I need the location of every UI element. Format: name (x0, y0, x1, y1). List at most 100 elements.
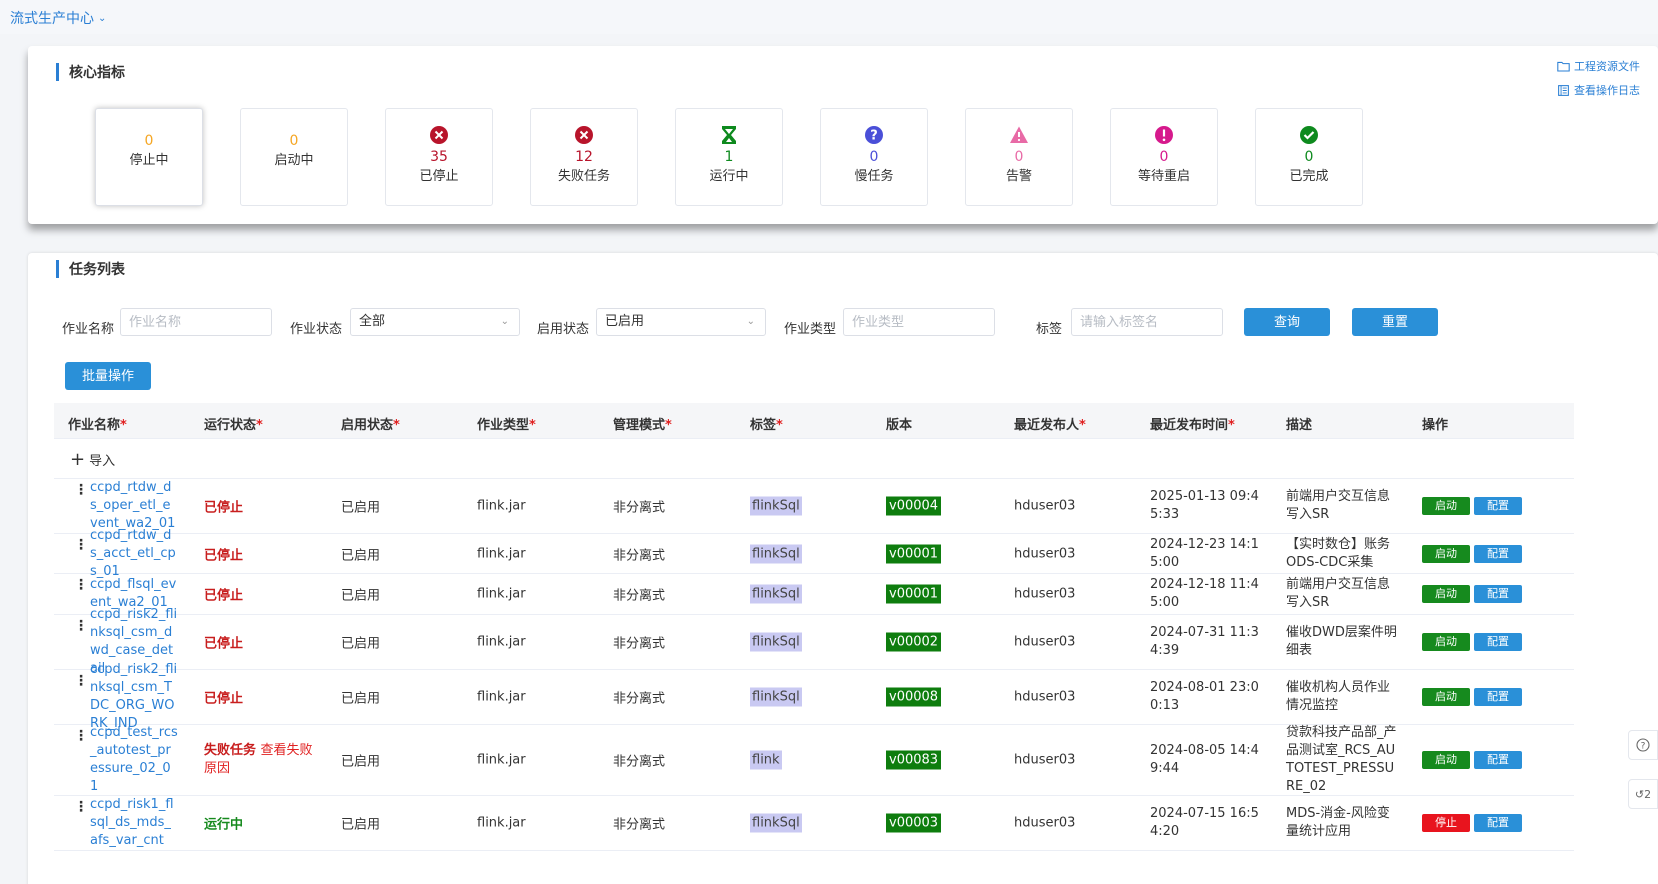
run-status: 已停止 (204, 636, 244, 652)
metric-slow[interactable]: ? 0 慢任务 (820, 108, 928, 206)
metric-label: 启动中 (274, 153, 314, 168)
config-button[interactable]: 配置 (1474, 688, 1522, 706)
more-menu-icon[interactable]: ⋮ (74, 619, 88, 633)
metric-completed[interactable]: 0 已完成 (1255, 108, 1363, 206)
run-status: 已停止 (204, 691, 244, 707)
publish-time: 2024-07-15 16:54:20 (1150, 806, 1259, 839)
col-job-name[interactable]: 作业名称* (68, 414, 127, 433)
start-button[interactable]: 启动 (1422, 544, 1470, 563)
start-button[interactable]: 启动 (1422, 688, 1470, 706)
chevron-down-icon: ⌄ (500, 316, 509, 327)
config-button[interactable]: 配置 (1474, 633, 1522, 651)
publish-time: 2024-08-01 23:00:13 (1150, 680, 1259, 713)
question-icon: ? (1636, 738, 1650, 752)
app-switcher[interactable]: 流式生产中心 ⌄ (10, 8, 106, 28)
metric-starting[interactable]: 0 启动中 (240, 108, 348, 206)
operation-log-link[interactable]: 查看操作日志 (1557, 82, 1640, 98)
run-status-select[interactable]: 全部 ⌄ (350, 308, 520, 336)
publish-time: 2025-01-13 09:45:33 (1150, 489, 1259, 522)
tag-badge: flinkSql (750, 813, 802, 833)
more-menu-icon[interactable]: ⋮ (74, 674, 88, 688)
warning-triangle-icon (1010, 126, 1028, 143)
exclamation-circle-icon (1155, 126, 1173, 144)
start-button[interactable]: 启动 (1422, 633, 1470, 651)
more-menu-icon[interactable]: ⋮ (74, 538, 88, 552)
enable-status-label: 启用状态 (537, 322, 590, 337)
resource-files-link[interactable]: 工程资源文件 (1557, 58, 1640, 74)
metric-failed[interactable]: 12 失败任务 (530, 108, 638, 206)
run-status-label: 作业状态 (290, 322, 343, 337)
help-button[interactable]: ? (1628, 730, 1658, 760)
side-links: 工程资源文件 查看操作日志 (1557, 58, 1640, 106)
enable-status-select[interactable]: 已启用 ⌄ (596, 308, 766, 336)
more-menu-icon[interactable]: ⋮ (74, 578, 88, 592)
task-list-card: 任务列表 作业名称 作业状态 全部 ⌄ 启用状态 已启用 ⌄ 作业类型 标签 查… (28, 253, 1658, 884)
description: 贷款科技产品部_产品测试室_RCS_AUTOTEST_PRESSURE_02 (1286, 725, 1397, 794)
job-type-label: 作业类型 (784, 322, 837, 337)
manage-mode: 非分离式 (613, 754, 666, 770)
col-run-status[interactable]: 运行状态* (204, 414, 263, 433)
more-menu-icon[interactable]: ⋮ (74, 729, 88, 743)
publisher: hduser03 (1014, 752, 1076, 768)
x-circle-icon (575, 126, 593, 144)
col-tag[interactable]: 标签* (750, 414, 783, 433)
metric-stopped[interactable]: 35 已停止 (385, 108, 493, 206)
tag-input[interactable] (1071, 308, 1223, 336)
metric-waiting-restart[interactable]: 0 等待重启 (1110, 108, 1218, 206)
config-button[interactable]: 配置 (1474, 814, 1522, 832)
query-button[interactable]: 查询 (1244, 308, 1330, 336)
job-name-link[interactable]: ccpd_test_rcs_autotest_pressure_02_01 (90, 724, 178, 796)
more-menu-icon[interactable]: ⋮ (74, 800, 88, 814)
description: 前端用户交互信息写入SR (1286, 489, 1391, 522)
description: 催收机构人员作业情况监控 (1286, 680, 1391, 713)
job-name-link[interactable]: ccpd_risk2_flinksql_csm_TDC_ORG_WORK_IND (90, 661, 178, 733)
job-type: flink.jar (477, 689, 526, 705)
col-manage-mode[interactable]: 管理模式* (613, 414, 672, 433)
metric-running[interactable]: 1 运行中 (675, 108, 783, 206)
publisher: hduser03 (1014, 815, 1076, 831)
app-title: 流式生产中心 (10, 11, 94, 27)
config-button[interactable]: 配置 (1474, 497, 1522, 515)
stop-button[interactable]: 停止 (1422, 814, 1470, 832)
row-actions: 启动 配置 (1422, 497, 1522, 515)
message-count-button[interactable]: ↺ 2 (1628, 779, 1658, 809)
share-icon: ↺ (1634, 787, 1645, 801)
import-button[interactable]: + 导入 (70, 450, 115, 469)
job-name-link[interactable]: ccpd_rtdw_ds_oper_etl_event_wa2_01 (90, 479, 178, 533)
version-badge: v00003 (886, 813, 942, 833)
metric-stopping[interactable]: 0 停止中 (95, 108, 203, 206)
publish-time: 2024-12-18 11:45:00 (1150, 577, 1259, 610)
job-name-input[interactable] (120, 308, 272, 336)
tag-badge: flinkSql (750, 584, 802, 604)
publisher: hduser03 (1014, 689, 1076, 705)
col-publish-time[interactable]: 最近发布时间* (1150, 414, 1235, 433)
col-enable-status[interactable]: 启用状态* (341, 414, 400, 433)
publish-time: 2024-08-05 14:49:44 (1150, 743, 1259, 776)
version-badge: v00002 (886, 632, 942, 652)
col-actions: 操作 (1422, 418, 1449, 433)
metric-alert[interactable]: 0 告警 (965, 108, 1073, 206)
config-button[interactable]: 配置 (1474, 544, 1522, 563)
job-name-link[interactable]: ccpd_risk1_flsql_ds_mds_afs_var_cnt (90, 796, 178, 850)
publisher: hduser03 (1014, 586, 1076, 602)
folder-icon (1557, 61, 1570, 71)
col-job-type[interactable]: 作业类型* (477, 414, 536, 433)
batch-operation-button[interactable]: 批量操作 (65, 362, 151, 390)
start-button[interactable]: 启动 (1422, 585, 1470, 603)
job-name-link[interactable]: ccpd_rtdw_ds_acct_etl_cps_01 (90, 527, 178, 581)
row-actions: 启动 配置 (1422, 544, 1522, 563)
metric-label: 已停止 (419, 169, 459, 184)
start-button[interactable]: 启动 (1422, 751, 1470, 769)
job-type-input[interactable] (843, 308, 995, 336)
config-button[interactable]: 配置 (1474, 751, 1522, 769)
reset-button[interactable]: 重置 (1352, 308, 1438, 336)
table-row: ⋮ ccpd_flsql_event_wa2_01 已停止 已启用 flink.jar 非… (54, 574, 1574, 615)
col-publisher[interactable]: 最近发布人* (1014, 414, 1086, 433)
job-name-label: 作业名称 (62, 322, 115, 337)
start-button[interactable]: 启动 (1422, 497, 1470, 515)
metric-value: 0 (869, 149, 879, 165)
config-button[interactable]: 配置 (1474, 585, 1522, 603)
publish-time: 2024-12-23 14:15:00 (1150, 536, 1259, 570)
more-menu-icon[interactable]: ⋮ (74, 483, 88, 497)
table-row: ⋮ ccpd_risk2_flinksql_csm_dwd_case_detail… (54, 607, 1574, 676)
